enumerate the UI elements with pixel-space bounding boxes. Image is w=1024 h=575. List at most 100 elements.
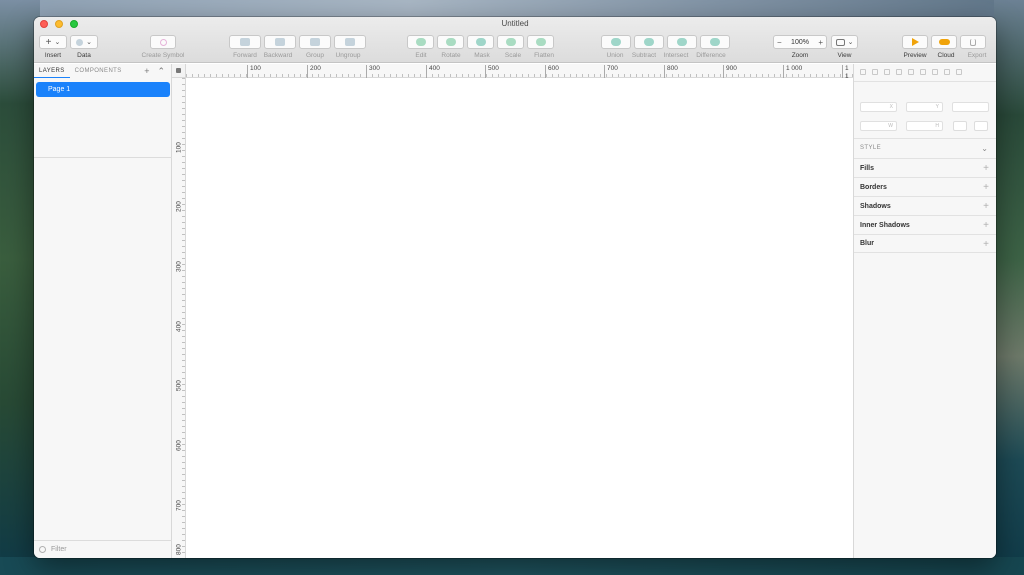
flatten-button[interactable] bbox=[527, 35, 554, 49]
filter-bar[interactable]: Filter bbox=[34, 540, 172, 558]
width-field[interactable]: W bbox=[860, 121, 897, 131]
blur-row[interactable]: Blur + bbox=[854, 234, 996, 253]
forward-label: Forward bbox=[233, 52, 257, 59]
chevron-down-icon: ⌄ bbox=[847, 39, 854, 46]
difference-label: Difference bbox=[696, 52, 726, 59]
add-fill-icon[interactable]: + bbox=[983, 163, 989, 174]
rotation-field[interactable] bbox=[952, 102, 989, 112]
add-blur-icon[interactable]: + bbox=[983, 239, 989, 250]
mask-icon bbox=[475, 38, 486, 46]
add-inner-shadow-icon[interactable]: + bbox=[983, 220, 989, 231]
borders-row[interactable]: Borders + bbox=[854, 177, 996, 196]
flip-horizontal-icon[interactable] bbox=[953, 121, 967, 131]
view-button[interactable]: ⌄ bbox=[831, 35, 858, 49]
ruler-tick-label: 1 000 bbox=[783, 65, 802, 78]
scale-button[interactable] bbox=[497, 35, 524, 49]
tab-components[interactable]: COMPONENTS bbox=[70, 64, 127, 78]
distribute-horizontal-icon[interactable] bbox=[932, 69, 938, 75]
desktop-background-top bbox=[0, 0, 1024, 18]
fills-label: Fills bbox=[860, 164, 875, 172]
add-shadow-icon[interactable]: + bbox=[983, 201, 989, 212]
intersect-label: Intersect bbox=[663, 52, 689, 59]
design-canvas[interactable] bbox=[186, 78, 853, 558]
y-field[interactable]: Y bbox=[906, 102, 943, 112]
forward-button[interactable] bbox=[229, 35, 261, 49]
union-label: Union bbox=[606, 52, 624, 59]
group-label: Group bbox=[305, 52, 325, 59]
backward-button[interactable] bbox=[264, 35, 296, 49]
ruler-tick-label: 200 bbox=[307, 65, 321, 78]
cloud-button[interactable] bbox=[931, 35, 957, 49]
cloud-label: Cloud bbox=[937, 52, 955, 59]
zoom-out-icon[interactable]: − bbox=[777, 38, 782, 47]
zoom-control[interactable]: − 100% + bbox=[773, 35, 827, 49]
insert-button[interactable]: + ⌄ bbox=[39, 35, 67, 49]
tab-layers[interactable]: LAYERS bbox=[34, 64, 70, 78]
add-border-icon[interactable]: + bbox=[983, 182, 989, 193]
edit-icon bbox=[415, 38, 426, 46]
align-top-icon[interactable] bbox=[896, 69, 902, 75]
data-label: Data bbox=[77, 52, 91, 59]
rotate-button[interactable] bbox=[437, 35, 464, 49]
shadows-row[interactable]: Shadows + bbox=[854, 196, 996, 215]
preview-label: Preview bbox=[903, 52, 927, 59]
style-header: STYLE bbox=[860, 145, 882, 151]
collapse-pages-icon[interactable]: ⌃ bbox=[157, 67, 165, 76]
export-label: Export bbox=[967, 52, 987, 59]
edit-button[interactable] bbox=[407, 35, 434, 49]
lock-icon[interactable] bbox=[176, 68, 181, 73]
desktop-background-bottom bbox=[0, 557, 1024, 575]
ruler-tick-label: 600 bbox=[175, 440, 183, 451]
edit-label: Edit bbox=[415, 52, 427, 59]
flatten-label: Flatten bbox=[534, 52, 554, 59]
fills-row[interactable]: Fills + bbox=[854, 158, 996, 177]
ruler-tick-label: 600 bbox=[545, 65, 559, 78]
union-button[interactable] bbox=[601, 35, 631, 49]
chevron-down-icon[interactable]: ⌄ bbox=[981, 144, 988, 153]
ungroup-button[interactable] bbox=[334, 35, 366, 49]
intersect-button[interactable] bbox=[667, 35, 697, 49]
backward-label: Backward bbox=[263, 52, 293, 59]
filter-input[interactable]: Filter bbox=[51, 546, 67, 553]
difference-icon bbox=[710, 38, 720, 46]
export-button[interactable] bbox=[960, 35, 986, 49]
page-list-item[interactable]: Page 1 bbox=[36, 82, 170, 97]
create-symbol-label: Create Symbol bbox=[141, 52, 185, 59]
align-left-icon[interactable] bbox=[860, 69, 866, 75]
play-icon bbox=[911, 38, 919, 46]
create-symbol-button[interactable] bbox=[150, 35, 176, 49]
distribute-vertical-icon[interactable] bbox=[944, 69, 950, 75]
view-label: View bbox=[837, 52, 852, 59]
tidy-icon[interactable] bbox=[956, 69, 962, 75]
ruler-tick-label: 800 bbox=[175, 544, 183, 555]
borders-label: Borders bbox=[860, 183, 887, 191]
x-field[interactable]: X bbox=[860, 102, 897, 112]
zoom-label: Zoom bbox=[791, 52, 809, 59]
align-bottom-icon[interactable] bbox=[920, 69, 926, 75]
zoom-in-icon[interactable]: + bbox=[818, 38, 823, 47]
plus-icon: + bbox=[45, 36, 52, 48]
cloud-icon bbox=[938, 39, 950, 45]
flip-vertical-icon[interactable] bbox=[974, 121, 988, 131]
ruler-tick-label: 300 bbox=[366, 65, 380, 78]
rotate-label: Rotate bbox=[441, 52, 461, 59]
view-icon bbox=[835, 38, 845, 46]
align-center-icon[interactable] bbox=[872, 69, 878, 75]
mask-button[interactable] bbox=[467, 35, 494, 49]
subtract-button[interactable] bbox=[634, 35, 664, 49]
ruler-corner bbox=[172, 64, 186, 78]
add-page-icon[interactable]: + bbox=[144, 67, 149, 76]
align-right-icon[interactable] bbox=[884, 69, 890, 75]
difference-button[interactable] bbox=[700, 35, 730, 49]
inner-shadows-row[interactable]: Inner Shadows + bbox=[854, 215, 996, 234]
group-button[interactable] bbox=[299, 35, 331, 49]
pages-divider bbox=[34, 157, 172, 158]
chevron-down-icon: ⌄ bbox=[54, 39, 61, 46]
preview-button[interactable] bbox=[902, 35, 928, 49]
title-toolbar: Untitled + ⌄ ⌄ Insert Data Create Symbol bbox=[34, 17, 996, 63]
height-field[interactable]: H bbox=[906, 121, 943, 131]
data-button[interactable]: ⌄ bbox=[70, 35, 98, 49]
insert-label: Insert bbox=[44, 52, 62, 59]
align-middle-icon[interactable] bbox=[908, 69, 914, 75]
page-name: Page 1 bbox=[48, 86, 71, 93]
